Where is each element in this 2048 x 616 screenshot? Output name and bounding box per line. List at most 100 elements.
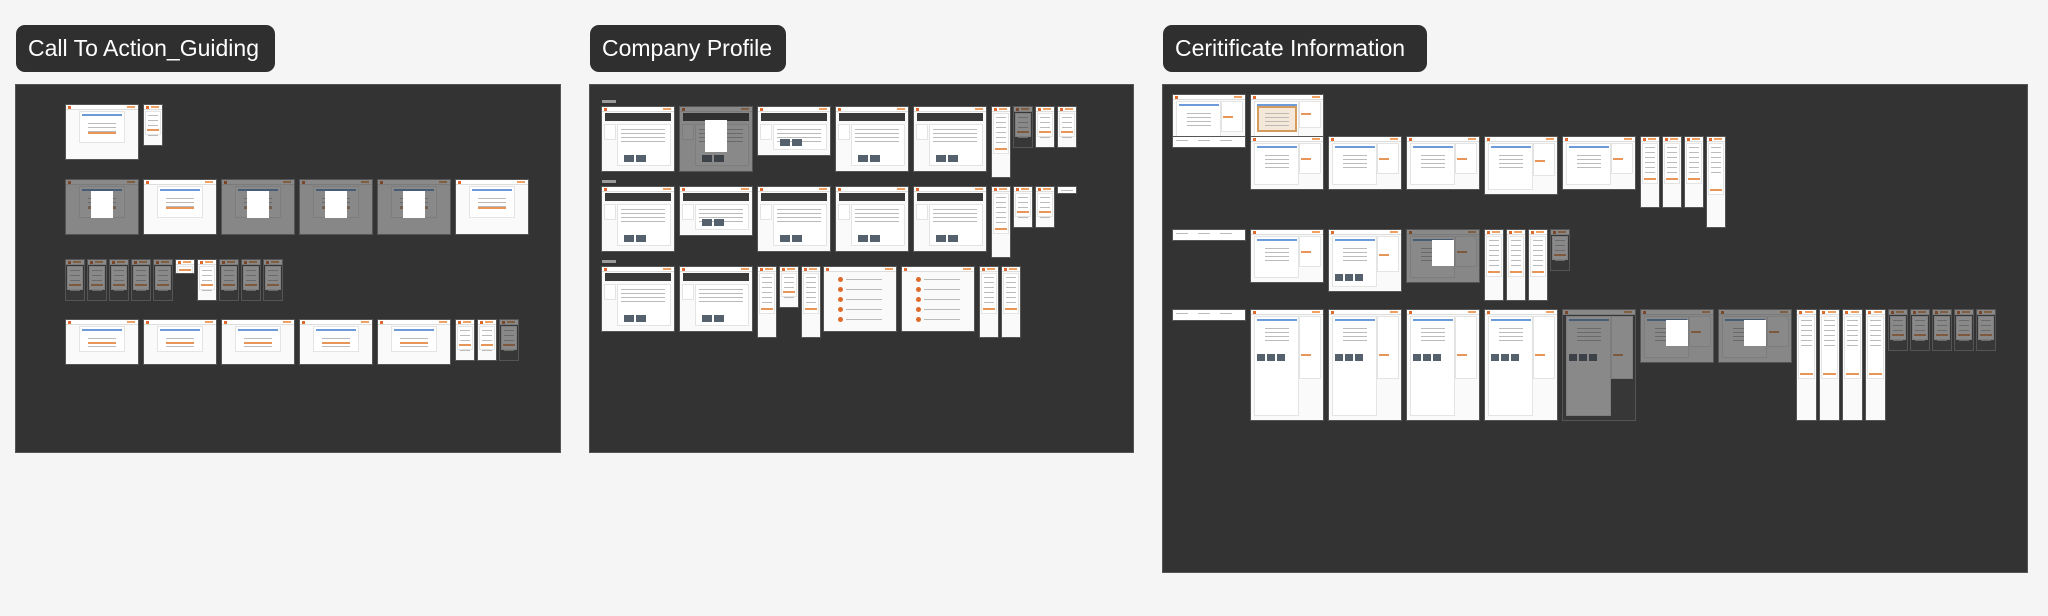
frame-thumbnail-desktop[interactable] (66, 105, 138, 159)
frame-thumbnail-profile-tall[interactable] (836, 107, 908, 171)
frame-thumbnail-mobile[interactable] (456, 320, 474, 360)
frame-thumbnail-desktop-modal[interactable] (378, 180, 450, 234)
frame-thumbnail-profile-modal[interactable] (680, 107, 752, 171)
frame-thumbnail-mobile[interactable] (1014, 187, 1032, 227)
frame-thumbnail-desktop-modal[interactable] (66, 180, 138, 234)
frame-thumbnail-profile[interactable] (602, 267, 674, 331)
frame-thumbnail-desktop-empty[interactable] (222, 320, 294, 364)
frame-thumbnail-mobile-tall[interactable] (1507, 230, 1525, 300)
frame-thumbnail-mobile[interactable] (1058, 107, 1076, 147)
frame-thumbnail-mobile[interactable] (780, 267, 798, 307)
frame-thumbnail-desktop-split[interactable] (144, 320, 216, 364)
frame-thumbnail-mobile-tall[interactable] (1485, 230, 1503, 300)
frame-thumbnail-profile-short[interactable] (680, 187, 752, 235)
frame-thumbnail-cert-long[interactable] (1251, 310, 1323, 420)
text-line (1499, 163, 1523, 164)
frame-thumbnail-desktop-split[interactable] (66, 320, 138, 364)
frame-thumbnail-cert-photos[interactable] (1329, 230, 1401, 291)
frame-thumbnail-cert-modal[interactable] (1719, 310, 1791, 362)
frame-thumbnail-cert-modal[interactable] (1641, 310, 1713, 362)
frame-thumbnail-profile-tall[interactable] (914, 187, 986, 251)
frame-thumbnail-mobile-dim[interactable] (242, 260, 260, 300)
frame-thumbnail-cert-long[interactable] (1329, 310, 1401, 420)
frame-thumbnail-mobile-tall[interactable] (992, 187, 1010, 257)
frame-thumbnail-mobile-dim[interactable] (1889, 310, 1907, 350)
frame-thumbnail-mobile-dim[interactable] (88, 260, 106, 300)
frame-thumbnail-cert-long[interactable] (1407, 310, 1479, 420)
frame-thumbnail-cert-document[interactable] (1251, 95, 1323, 141)
frame-thumbnail-mobile-dim[interactable] (1551, 230, 1569, 270)
frame-thumbnail-profile-tall[interactable] (836, 187, 908, 251)
banner-image (761, 193, 827, 201)
frame-thumbnail-mobile-dim[interactable] (154, 260, 172, 300)
board-call-to-action[interactable] (16, 85, 560, 452)
text-line (1018, 217, 1028, 218)
frame-thumbnail-table-note[interactable] (1173, 310, 1245, 320)
frame-thumbnail-mobile-dim[interactable] (110, 260, 128, 300)
frame-thumbnail-profile-short[interactable] (758, 107, 830, 155)
frame-thumbnail-desktop-modal[interactable] (300, 180, 372, 234)
frame-thumbnail-mobile-tall[interactable] (1641, 137, 1659, 207)
frame-thumbnail-profile-tall[interactable] (914, 107, 986, 171)
frame-thumbnail-cert-long-dim[interactable] (1563, 310, 1635, 420)
frame-thumbnail-mobile-tall[interactable] (1663, 137, 1681, 207)
frame-thumbnail-mobile[interactable] (478, 320, 496, 360)
frame-thumbnail-mobile-cert[interactable] (1707, 137, 1725, 227)
frame-thumbnail-mobile-dim[interactable] (500, 320, 518, 360)
frame-thumbnail-mobile[interactable] (198, 260, 216, 300)
frame-thumbnail-list[interactable] (902, 267, 974, 331)
section-title-certificate-information[interactable]: Ceritificate Information (1163, 25, 1427, 72)
frame-thumbnail-mobile-long[interactable] (1843, 310, 1862, 420)
frame-thumbnail-cert[interactable] (1251, 230, 1323, 282)
frame-thumbnail-mobile-tall[interactable] (758, 267, 776, 337)
frame-thumbnail-profile[interactable] (680, 267, 752, 331)
frame-thumbnail-desktop-split[interactable] (378, 320, 450, 364)
frame-thumbnail-cert[interactable] (1407, 137, 1479, 189)
frame-thumbnail-mobile-tall[interactable] (980, 267, 998, 337)
frame-thumbnail-mobile-small[interactable] (176, 260, 194, 273)
frame-thumbnail-cert[interactable] (1329, 137, 1401, 189)
frame-thumbnail-cert[interactable] (1563, 137, 1635, 189)
frame-thumbnail-mobile-tall[interactable] (1002, 267, 1020, 337)
cta-bar (995, 147, 1007, 150)
frame-thumbnail-cert-modal[interactable] (1407, 230, 1479, 282)
frame-thumbnail-mobile[interactable] (144, 105, 162, 145)
frame-thumbnail-mobile-long[interactable] (1797, 310, 1816, 420)
section-title-call-to-action[interactable]: Call To Action_Guiding (16, 25, 275, 72)
frame-thumbnail-mobile-dim[interactable] (264, 260, 282, 300)
frame-thumbnail-list[interactable] (824, 267, 896, 331)
frame-thumbnail-mobile[interactable] (1036, 187, 1054, 227)
frame-thumbnail-table-note[interactable] (1173, 230, 1245, 240)
frame-thumbnail-desktop[interactable] (456, 180, 528, 234)
frame-thumbnail-cert-tall[interactable] (1485, 137, 1557, 194)
frame-thumbnail-mobile-dim[interactable] (1911, 310, 1929, 350)
frame-thumbnail-mobile-dim[interactable] (220, 260, 238, 300)
section-title-company-profile[interactable]: Company Profile (590, 25, 786, 72)
frame-thumbnail-mobile-long[interactable] (1820, 310, 1839, 420)
header-cta (897, 188, 905, 190)
frame-thumbnail-desktop-split[interactable] (300, 320, 372, 364)
frame-thumbnail-profile[interactable] (602, 107, 674, 171)
frame-thumbnail-mobile-long[interactable] (1866, 310, 1885, 420)
frame-thumbnail-mobile-dim[interactable] (1014, 107, 1032, 147)
frame-thumbnail-cert[interactable] (1251, 137, 1323, 189)
frame-thumbnail-profile[interactable] (602, 187, 674, 251)
frame-thumbnail-profile-tall[interactable] (758, 187, 830, 251)
frame-thumbnail-desktop-modal[interactable] (222, 180, 294, 234)
frame-thumbnail-cert-long[interactable] (1485, 310, 1557, 420)
frame-thumbnail-mobile-tall[interactable] (1529, 230, 1547, 300)
frame-thumbnail-mobile[interactable] (1036, 107, 1054, 147)
frame-thumbnail-note[interactable] (1058, 187, 1076, 193)
frame-thumbnail-mobile-tall[interactable] (992, 107, 1010, 177)
frame-thumbnail-desktop-dropdown[interactable] (144, 180, 216, 234)
frame-thumbnail-mobile-tall[interactable] (802, 267, 820, 337)
frame-thumbnail-mobile-dim[interactable] (1933, 310, 1951, 350)
frame-thumbnail-mobile-dim[interactable] (66, 260, 84, 300)
board-certificate-information[interactable] (1163, 85, 2027, 572)
frame-thumbnail-mobile-dim[interactable] (1977, 310, 1995, 350)
frame-thumbnail-mobile-tall[interactable] (1685, 137, 1703, 207)
frame-thumbnail-mobile-dim[interactable] (132, 260, 150, 300)
frame-thumbnail-table-note[interactable] (1173, 137, 1245, 147)
frame-thumbnail-mobile-dim[interactable] (1955, 310, 1973, 350)
board-company-profile[interactable] (590, 85, 1133, 452)
